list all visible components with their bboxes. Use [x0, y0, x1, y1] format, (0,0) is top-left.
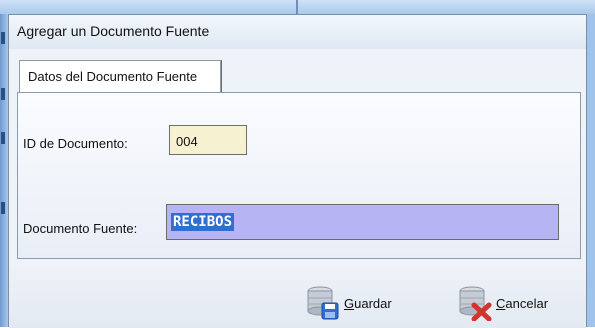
database-save-icon: [307, 286, 339, 320]
selected-text: RECIBOS: [171, 213, 235, 231]
guardar-label: Guardar: [344, 295, 392, 311]
tab-datos-documento[interactable]: Datos del Documento Fuente: [19, 60, 221, 92]
tab-label: Datos del Documento Fuente: [28, 69, 198, 84]
cancelar-button[interactable]: Cancelar: [456, 285, 571, 321]
title-bar: Agregar un Documento Fuente: [9, 15, 586, 49]
documento-fuente-label: Documento Fuente:: [23, 221, 138, 236]
id-documento-field[interactable]: 004: [169, 125, 247, 155]
cancelar-label: Cancelar: [496, 295, 549, 311]
dialog-title: Agregar un Documento Fuente: [17, 23, 210, 39]
frame-left-edge: [0, 14, 8, 327]
dialog-window: Agregar un Documento Fuente Datos del Do…: [8, 14, 587, 328]
frame-divider: [296, 0, 298, 14]
id-documento-label: ID de Documento:: [23, 136, 128, 151]
database-delete-icon: [459, 286, 492, 321]
guardar-button[interactable]: Guardar: [304, 285, 414, 321]
documento-fuente-field[interactable]: RECIBOS: [166, 204, 559, 240]
